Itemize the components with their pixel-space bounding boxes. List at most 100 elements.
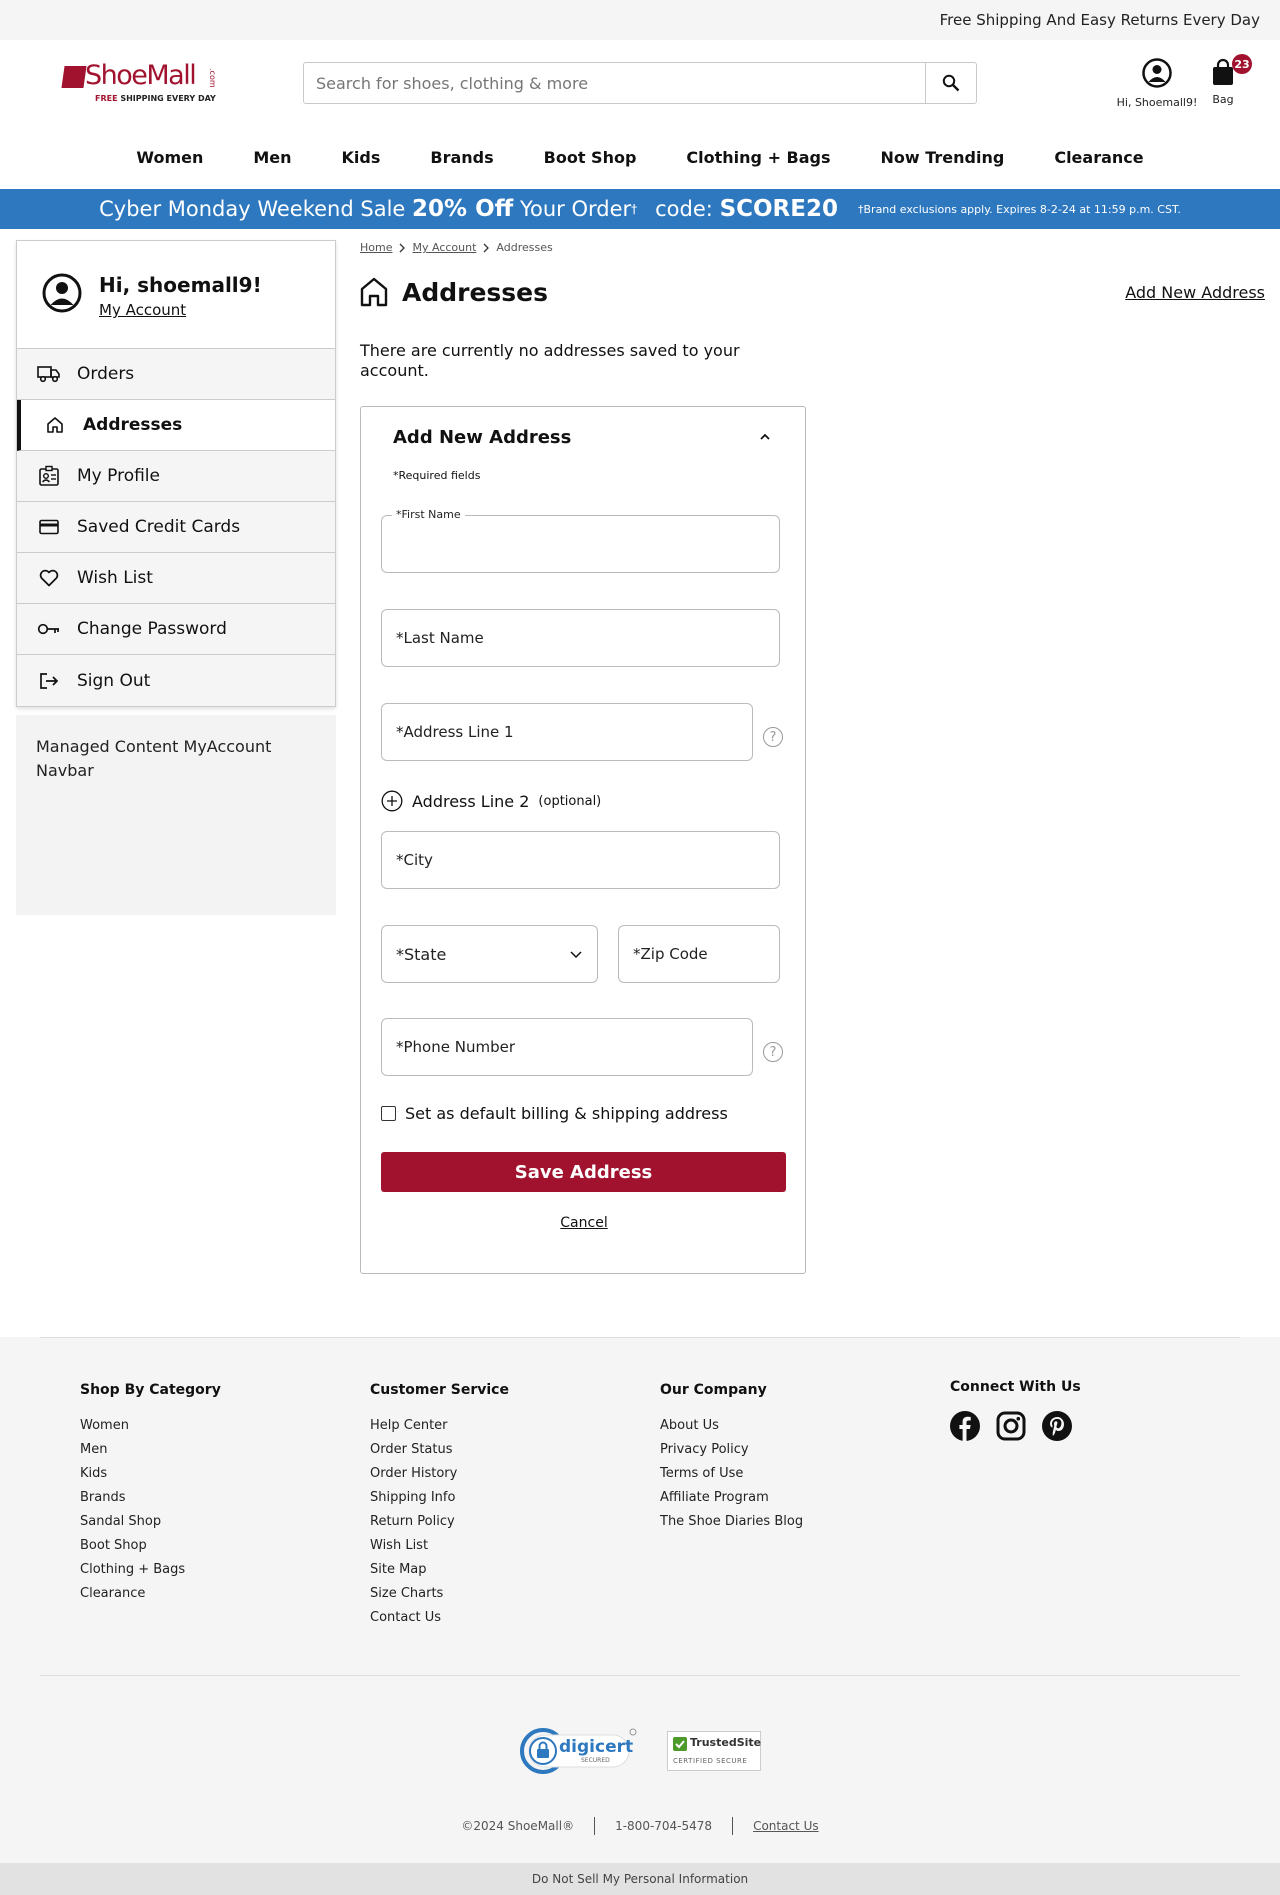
sidebar-item-orders[interactable]: Orders <box>17 349 335 400</box>
do-not-sell-link[interactable]: Do Not Sell My Personal Information <box>0 1863 1280 1895</box>
contact-us-link[interactable]: Contact Us <box>753 1819 819 1833</box>
search-button[interactable] <box>925 63 976 103</box>
save-address-button[interactable]: Save Address <box>381 1152 786 1192</box>
bag-icon-wrap: 23 <box>1210 54 1252 88</box>
footer-link[interactable]: Women <box>80 1414 221 1438</box>
id-card-icon <box>37 464 61 488</box>
cancel-link[interactable]: Cancel <box>361 1215 807 1231</box>
sidebar-item-label: Orders <box>77 364 135 384</box>
nav-clearance[interactable]: Clearance <box>1029 148 1168 167</box>
footer-link[interactable]: About Us <box>660 1414 803 1438</box>
footer-link[interactable]: Size Charts <box>370 1582 509 1606</box>
search-input[interactable] <box>304 63 925 103</box>
footer-link[interactable]: Sandal Shop <box>80 1510 221 1534</box>
footer-link[interactable]: Terms of Use <box>660 1462 803 1486</box>
sidebar-item-profile[interactable]: My Profile <box>17 451 335 502</box>
promo-dagger: † <box>631 202 638 216</box>
footer-link[interactable]: Men <box>80 1438 221 1462</box>
footer-link[interactable]: Order History <box>370 1462 509 1486</box>
help-icon[interactable]: ? <box>763 1042 783 1062</box>
digicert-text: digicert <box>559 1737 634 1757</box>
last-name-placeholder: *Last Name <box>396 629 484 647</box>
phone-number-placeholder: *Phone Number <box>396 1038 515 1056</box>
address-line-1-field[interactable]: *Address Line 1 <box>381 703 753 761</box>
footer-link[interactable]: Kids <box>80 1462 221 1486</box>
footer-link[interactable]: Site Map <box>370 1558 509 1582</box>
empty-state-message: There are currently no addresses saved t… <box>360 341 740 380</box>
footer-link[interactable]: Return Policy <box>370 1510 509 1534</box>
footer-link[interactable]: Affiliate Program <box>660 1486 803 1510</box>
state-select[interactable]: *State <box>381 925 598 983</box>
sidebar-item-sign-out[interactable]: Sign Out <box>17 655 335 706</box>
first-name-field[interactable]: *First Name <box>381 508 780 573</box>
default-address-checkbox[interactable]: Set as default billing & shipping addres… <box>381 1104 728 1123</box>
footer-link[interactable]: Clearance <box>80 1582 221 1606</box>
logo-mark <box>61 66 87 88</box>
footer-link[interactable]: The Shoe Diaries Blog <box>660 1510 803 1534</box>
footer-link[interactable]: Boot Shop <box>80 1534 221 1558</box>
digicert-seal[interactable]: digicert SECURED <box>519 1727 637 1775</box>
help-icon[interactable]: ? <box>763 727 783 747</box>
logo-domain: .com <box>208 68 217 88</box>
add-new-address-link[interactable]: Add New Address <box>1125 283 1265 302</box>
footer-link[interactable]: Order Status <box>370 1438 509 1462</box>
logo-text: ShoeMall <box>85 60 197 91</box>
instagram-icon[interactable] <box>996 1411 1026 1441</box>
footer-link[interactable]: Privacy Policy <box>660 1438 803 1462</box>
pinterest-icon[interactable] <box>1042 1411 1072 1441</box>
shopping-bag[interactable]: 23 Bag <box>1208 54 1252 106</box>
footer-col-customer-service: Customer Service Help Center Order Statu… <box>370 1382 509 1630</box>
nav-boot-shop[interactable]: Boot Shop <box>519 148 662 167</box>
zip-code-field[interactable]: *Zip Code <box>618 925 780 983</box>
sidebar-item-label: Sign Out <box>77 670 151 691</box>
home-icon <box>360 277 388 307</box>
nav-kids[interactable]: Kids <box>317 148 406 167</box>
breadcrumb-home[interactable]: Home <box>360 241 392 254</box>
main-content: Hi, shoemall9! My Account Orders Address… <box>0 229 1280 1335</box>
nav-men[interactable]: Men <box>228 148 316 167</box>
trustedsite-seal[interactable]: TrustedSite CERTIFIED SECURE <box>667 1731 761 1771</box>
trust-seals: digicert SECURED TrustedSite CERTIFIED S… <box>0 1727 1280 1775</box>
sign-out-icon <box>37 669 61 693</box>
phone-number-field[interactable]: *Phone Number <box>381 1018 753 1076</box>
footer-link[interactable]: Shipping Info <box>370 1486 509 1510</box>
footer-link[interactable]: Wish List <box>370 1534 509 1558</box>
nav-clothing-bags[interactable]: Clothing + Bags <box>661 148 855 167</box>
nav-now-trending[interactable]: Now Trending <box>856 148 1030 167</box>
shoemall-logo[interactable]: ShoeMall .com FREE SHIPPING EVERY DAY <box>61 60 221 106</box>
nav-brands[interactable]: Brands <box>405 148 518 167</box>
city-field[interactable]: *City <box>381 831 780 889</box>
account-label: Hi, Shoemall9! <box>1116 96 1198 109</box>
nav-women[interactable]: Women <box>111 148 228 167</box>
state-placeholder: *State <box>396 944 447 964</box>
account-menu[interactable]: Hi, Shoemall9! <box>1114 58 1200 109</box>
footer-link[interactable]: Clothing + Bags <box>80 1558 221 1582</box>
greeting-name: Hi, shoemall9! <box>99 273 262 297</box>
add-address-line-2-toggle[interactable]: Address Line 2 (optional) <box>381 790 601 812</box>
promo-banner[interactable]: Cyber Monday Weekend Sale 20% Off Your O… <box>0 189 1280 229</box>
trustedsite-subtext: CERTIFIED SECURE <box>673 1757 748 1765</box>
user-circle-icon <box>1142 58 1172 88</box>
facebook-icon[interactable] <box>950 1411 980 1441</box>
footer-link[interactable]: Contact Us <box>370 1606 509 1630</box>
credit-card-icon <box>37 515 61 539</box>
form-title: Add New Address <box>393 427 572 448</box>
logo-tagline: FREE SHIPPING EVERY DAY <box>95 94 216 103</box>
footer-link[interactable]: Help Center <box>370 1414 509 1438</box>
sidebar-item-change-password[interactable]: Change Password <box>17 604 335 655</box>
footer-col-title: Customer Service <box>370 1382 509 1398</box>
checkmark-icon <box>673 1737 687 1751</box>
sidebar-item-label: Change Password <box>77 619 227 639</box>
top-announcement-bar: Free Shipping And Easy Returns Every Day <box>0 0 1280 40</box>
footer-link[interactable]: Brands <box>80 1486 221 1510</box>
last-name-field[interactable]: *Last Name <box>381 609 780 667</box>
chevron-up-icon[interactable] <box>759 433 771 441</box>
breadcrumb-my-account[interactable]: My Account <box>412 241 476 254</box>
address-line-1-placeholder: *Address Line 1 <box>396 723 514 741</box>
sidebar-item-wish-list[interactable]: Wish List <box>17 553 335 604</box>
digicert-subtext: SECURED <box>581 1757 610 1764</box>
sidebar-item-addresses[interactable]: Addresses <box>17 400 335 451</box>
my-account-link[interactable]: My Account <box>99 301 186 319</box>
phone-number[interactable]: 1-800-704-5478 <box>615 1819 712 1833</box>
sidebar-item-credit-cards[interactable]: Saved Credit Cards <box>17 502 335 553</box>
